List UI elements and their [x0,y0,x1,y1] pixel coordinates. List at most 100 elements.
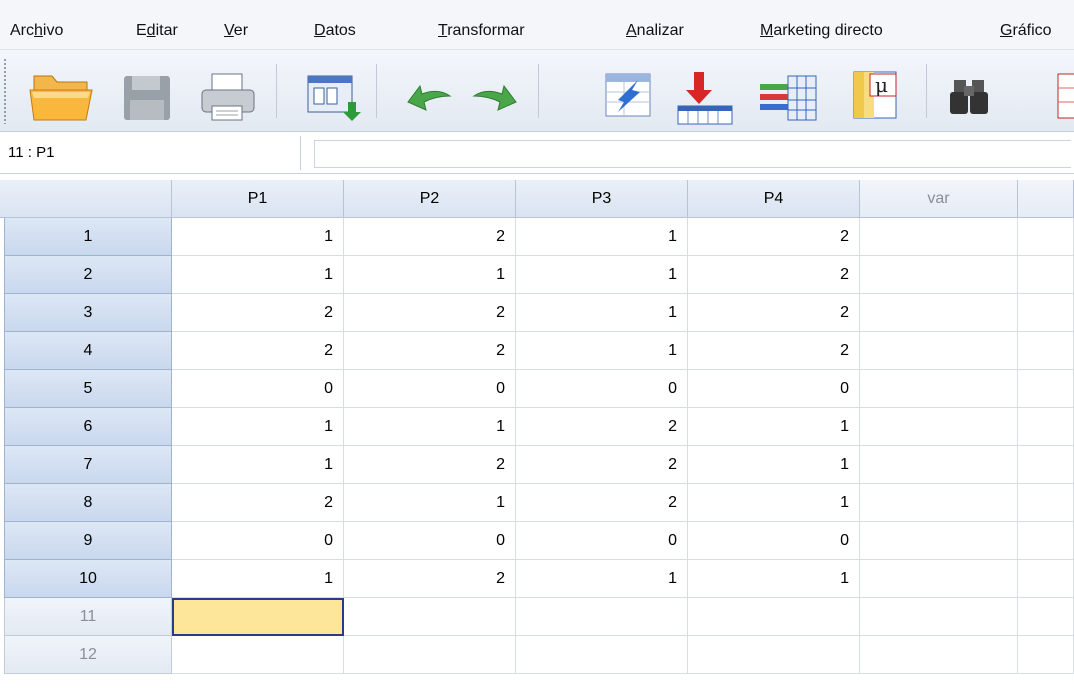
menu-item-7[interactable]: Gráfico [1000,22,1052,40]
data-cell[interactable]: 0 [516,522,688,560]
data-cell[interactable] [860,636,1018,674]
data-cell[interactable]: 0 [688,370,860,408]
goto-variable-icon[interactable] [674,50,733,132]
data-cell[interactable]: 2 [688,332,860,370]
data-cell[interactable]: 0 [516,370,688,408]
data-cell[interactable]: 2 [172,484,344,522]
data-cell[interactable]: 1 [172,446,344,484]
data-cell[interactable]: 2 [172,294,344,332]
data-cell[interactable] [1018,522,1074,560]
toolbar-grip[interactable] [3,58,7,124]
data-cell[interactable] [344,598,516,636]
row-header[interactable]: 2 [4,256,172,294]
data-cell[interactable] [1018,256,1074,294]
data-cell[interactable] [344,636,516,674]
row-header[interactable]: 1 [4,218,172,256]
menu-item-6[interactable]: Marketing directo [760,22,883,40]
data-cell[interactable]: 1 [516,256,688,294]
data-cell[interactable]: 1 [688,446,860,484]
undo-icon[interactable] [398,50,456,132]
data-cell[interactable] [688,636,860,674]
data-cell[interactable] [1018,370,1074,408]
data-cell[interactable]: 1 [172,256,344,294]
data-cell[interactable]: 1 [688,408,860,446]
data-cell[interactable]: 1 [516,294,688,332]
data-cell[interactable]: 1 [172,560,344,598]
data-cell[interactable]: 1 [516,560,688,598]
data-cell[interactable] [688,598,860,636]
insert-cases-icon[interactable] [1032,50,1074,132]
variables-icon[interactable] [758,50,817,132]
data-cell[interactable] [860,218,1018,256]
recall-dialog-icon[interactable] [304,50,362,132]
data-cell[interactable]: 0 [344,370,516,408]
row-header[interactable]: 10 [4,560,172,598]
column-header-p4[interactable]: P4 [688,180,860,218]
data-cell[interactable]: 0 [172,522,344,560]
print-icon[interactable] [198,50,256,132]
data-cell[interactable] [860,256,1018,294]
menu-item-2[interactable]: Ver [224,22,248,40]
row-header[interactable]: 3 [4,294,172,332]
data-cell[interactable] [1018,408,1074,446]
data-cell[interactable]: 2 [344,332,516,370]
data-cell[interactable]: 1 [344,484,516,522]
data-cell[interactable]: 2 [688,294,860,332]
row-header[interactable]: 7 [4,446,172,484]
data-cell[interactable] [1018,560,1074,598]
column-header-p2[interactable]: P2 [344,180,516,218]
data-cell[interactable] [860,332,1018,370]
data-cell[interactable]: 2 [344,446,516,484]
row-header[interactable]: 4 [4,332,172,370]
data-cell[interactable]: 2 [344,218,516,256]
row-header[interactable]: 12 [4,636,172,674]
grid-corner[interactable] [0,180,172,218]
menu-item-0[interactable]: Archivo [10,22,63,40]
data-cell[interactable] [1018,484,1074,522]
data-cell[interactable] [860,598,1018,636]
data-cell[interactable] [1018,218,1074,256]
data-cell[interactable] [172,598,344,636]
data-cell[interactable]: 2 [172,332,344,370]
data-cell[interactable]: 1 [688,560,860,598]
row-header[interactable]: 9 [4,522,172,560]
row-header[interactable]: 11 [4,598,172,636]
open-folder-icon[interactable] [22,50,93,132]
find-icon[interactable] [944,50,1002,132]
data-cell[interactable] [172,636,344,674]
row-header[interactable]: 6 [4,408,172,446]
data-cell[interactable] [1018,332,1074,370]
data-cell[interactable] [860,484,1018,522]
menu-item-4[interactable]: Transformar [438,22,525,40]
menu-item-5[interactable]: Analizar [626,22,684,40]
redo-icon[interactable] [466,50,524,132]
data-cell[interactable]: 2 [516,446,688,484]
data-cell[interactable]: 1 [172,408,344,446]
data-cell[interactable]: 0 [688,522,860,560]
data-cell[interactable] [1018,446,1074,484]
data-cell[interactable] [860,294,1018,332]
row-header[interactable]: 5 [4,370,172,408]
data-cell[interactable] [1018,598,1074,636]
save-disk-icon[interactable] [118,50,176,132]
data-cell[interactable] [860,408,1018,446]
data-cell[interactable] [860,560,1018,598]
value-labels-icon[interactable]: μ [850,50,908,132]
data-cell[interactable] [860,446,1018,484]
data-cell[interactable]: 2 [516,408,688,446]
menu-item-3[interactable]: Datos [314,22,356,40]
data-cell[interactable]: 1 [516,332,688,370]
data-cell[interactable] [516,636,688,674]
data-cell[interactable]: 0 [172,370,344,408]
data-cell[interactable]: 2 [688,256,860,294]
data-cell[interactable] [1018,294,1074,332]
data-cell[interactable]: 2 [688,218,860,256]
data-cell[interactable] [516,598,688,636]
data-cell[interactable]: 1 [516,218,688,256]
data-cell[interactable]: 2 [344,294,516,332]
data-cell[interactable] [1018,636,1074,674]
data-cell[interactable]: 1 [688,484,860,522]
data-cell[interactable]: 2 [344,560,516,598]
cell-value-field[interactable] [314,140,1071,168]
data-cell[interactable]: 1 [344,256,516,294]
